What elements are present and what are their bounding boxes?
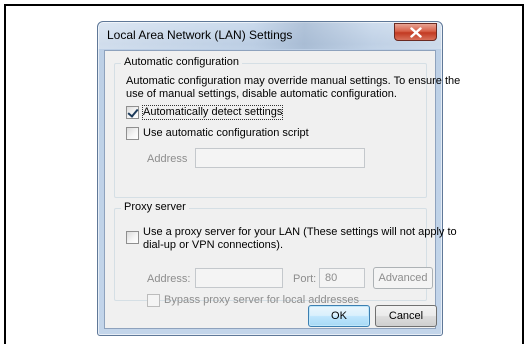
close-x-icon [409,26,422,38]
automatic-configuration-label: Automatic configuration [121,56,242,68]
use-proxy-label-line2: dial-up or VPN connections). [143,239,284,251]
lan-settings-dialog: Local Area Network (LAN) Settings Automa… [97,21,460,336]
bypass-checkbox[interactable] [147,294,160,307]
proxy-server-label: Proxy server [121,201,189,213]
proxy-port-value: 80 [325,272,338,284]
title-bar[interactable]: Local Area Network (LAN) Settings [98,22,442,49]
automatic-description-line2: use of manual settings, disable automati… [126,88,397,100]
cancel-button[interactable]: Cancel [375,305,437,327]
close-button[interactable] [394,23,437,41]
auto-script-label[interactable]: Use automatic configuration script [143,127,309,140]
window-title: Local Area Network (LAN) Settings [107,28,293,42]
use-proxy-label[interactable]: Use a proxy server for your LAN (These s… [143,226,457,252]
automatic-description-line1: Automatic configuration may override man… [126,75,461,87]
proxy-server-group: Proxy server Use a proxy server for your… [114,201,457,307]
auto-detect-checkbox[interactable] [126,106,139,119]
proxy-address-label: Address: [147,273,191,285]
use-proxy-row[interactable]: Use a proxy server for your LAN (These s… [126,226,457,252]
use-proxy-label-line1: Use a proxy server for your LAN (These s… [143,226,457,238]
auto-detect-label[interactable]: Automatically detect settings [141,105,284,120]
auto-script-checkbox[interactable] [126,127,139,140]
script-address-input[interactable] [195,148,365,168]
proxy-address-input[interactable] [195,268,283,288]
proxy-port-label: Port: [293,273,317,285]
advanced-button[interactable]: Advanced [373,267,433,289]
automatic-configuration-group: Automatic configuration Automatic config… [114,56,460,198]
ok-button[interactable]: OK [308,305,370,327]
use-proxy-checkbox[interactable] [126,231,139,244]
proxy-port-input[interactable]: 80 [319,268,365,288]
script-address-label: Address [147,153,188,165]
auto-detect-row[interactable]: Automatically detect settings [126,105,284,120]
auto-script-row[interactable]: Use automatic configuration script [126,127,309,140]
dialog-client-area: Automatic configuration Automatic config… [104,50,460,329]
